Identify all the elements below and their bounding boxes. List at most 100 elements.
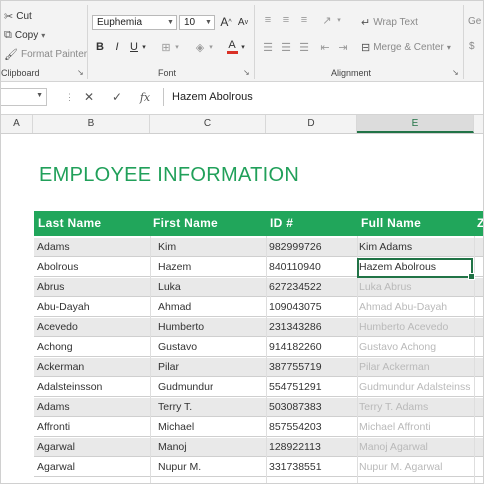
cell-first-name[interactable]: Pilar — [158, 358, 179, 376]
align-right-icon[interactable]: ☰ — [296, 39, 312, 55]
cell-full-name[interactable]: Kim Adams — [359, 238, 412, 256]
decrease-indent-icon[interactable]: ⇤ — [317, 39, 333, 55]
font-launcher-icon[interactable]: ↘ — [243, 68, 250, 77]
font-color-button[interactable]: A — [224, 39, 240, 55]
insert-function-button[interactable]: fx — [135, 88, 155, 106]
cell-first-name[interactable]: Nupur M. — [158, 458, 201, 476]
cell-first-name[interactable]: Luka — [158, 278, 181, 296]
copy-button[interactable]: ⧉ Copy ▾ — [4, 29, 45, 42]
cell-id[interactable]: 109043075 — [269, 298, 322, 316]
cell-first-name[interactable]: Hazem — [158, 258, 191, 276]
copy-dropdown-icon[interactable]: ▾ — [41, 31, 45, 40]
cell-last-name[interactable]: Adalsteinsson — [37, 378, 102, 396]
cell-last-name[interactable]: Agarwal — [37, 458, 75, 476]
header-last-name[interactable]: Last Name — [38, 211, 101, 236]
cell-last-name[interactable]: Acevedo — [37, 318, 78, 336]
cell-first-name[interactable]: Ahmad — [158, 298, 191, 316]
cell-id[interactable]: 914182260 — [269, 338, 322, 356]
cell-id[interactable]: 982999726 — [269, 238, 322, 256]
cell-full-name[interactable]: Hazem Abolrous — [359, 258, 436, 276]
column-header-a[interactable]: A — [1, 115, 33, 133]
cell-full-name[interactable]: Luka Abrus — [359, 278, 412, 296]
font-size-select[interactable]: 10 ▼ — [179, 15, 215, 30]
borders-dropdown-icon[interactable]: ▾ — [173, 39, 181, 55]
cell-first-name[interactable]: Kim — [158, 238, 176, 256]
cancel-button[interactable]: ✕ — [79, 88, 99, 106]
cell-id[interactable]: 331738551 — [269, 458, 322, 476]
cell-first-name[interactable]: Gudmundur — [158, 378, 213, 396]
cell-id[interactable]: 840110940 — [269, 258, 321, 276]
cell-first-name[interactable]: Michael — [158, 418, 194, 436]
orientation-icon[interactable]: ↗ — [319, 12, 335, 28]
cell-first-name[interactable]: Humberto — [158, 318, 204, 336]
fill-color-dropdown-icon[interactable]: ▾ — [207, 39, 215, 55]
italic-button[interactable]: I — [109, 39, 125, 55]
align-center-icon[interactable]: ☰ — [278, 39, 294, 55]
fill-color-icon[interactable]: ◈ — [192, 39, 208, 55]
number-format-partial[interactable]: Ge — [468, 16, 481, 27]
orientation-dropdown-icon[interactable]: ▾ — [335, 12, 343, 28]
cell-last-name[interactable]: Ackerman — [37, 358, 84, 376]
column-header-b[interactable]: B — [33, 115, 150, 133]
cell-last-name[interactable]: Abolrous — [37, 258, 78, 276]
clipboard-launcher-icon[interactable]: ↘ — [77, 68, 84, 77]
formula-bar-grip[interactable]: ⋮ — [65, 92, 74, 103]
currency-icon[interactable]: $ — [469, 41, 475, 52]
header-extra[interactable]: Z — [477, 211, 483, 236]
cell-full-name[interactable]: Terry T. Adams — [359, 398, 428, 416]
cell-id[interactable]: 128922113 — [269, 438, 321, 456]
font-name-select[interactable]: Euphemia ▼ — [92, 15, 177, 30]
cell-id[interactable]: 627234522 — [269, 278, 322, 296]
header-first-name[interactable]: First Name — [153, 211, 218, 236]
decrease-font-size-button[interactable]: Av — [235, 14, 251, 30]
cell-full-name[interactable]: Humberto Acevedo — [359, 318, 448, 336]
cell-last-name[interactable]: Adams — [37, 398, 70, 416]
cell-last-name[interactable]: Abu-Dayah — [37, 298, 90, 316]
cell-full-name[interactable]: Pilar Ackerman — [359, 358, 430, 376]
cell-full-name[interactable]: Manoj Agarwal — [359, 438, 428, 456]
merge-dropdown-icon[interactable]: ▾ — [447, 43, 451, 52]
align-left-icon[interactable]: ☰ — [260, 39, 276, 55]
enter-button[interactable]: ✓ — [107, 88, 127, 106]
alignment-launcher-icon[interactable]: ↘ — [452, 68, 459, 77]
cell-full-name[interactable]: Gustavo Achong — [359, 338, 436, 356]
borders-icon[interactable]: ⊞ — [158, 39, 174, 55]
underline-dropdown-icon[interactable]: ▾ — [140, 39, 148, 55]
formula-input[interactable]: Hazem Abolrous — [163, 88, 483, 106]
cell-last-name[interactable]: Achong — [37, 338, 73, 356]
cell-id[interactable]: 231343286 — [269, 318, 322, 336]
header-id[interactable]: ID # — [270, 211, 293, 236]
cell-first-name[interactable]: Terry T. — [158, 398, 192, 416]
cell-first-name[interactable]: Gustavo — [158, 338, 197, 356]
cell-full-name[interactable]: Ahmad Abu-Dayah — [359, 298, 447, 316]
cell-last-name[interactable]: Affronti — [37, 418, 70, 436]
name-box[interactable]: ▼ — [1, 88, 47, 106]
column-header-f[interactable] — [474, 115, 483, 133]
header-full-name[interactable]: Full Name — [361, 211, 421, 236]
font-color-dropdown-icon[interactable]: ▾ — [239, 39, 247, 55]
column-header-d[interactable]: D — [266, 115, 357, 133]
cell-first-name[interactable]: Manoj — [158, 438, 187, 456]
cell-last-name[interactable]: Agarwal — [37, 438, 75, 456]
cell-last-name[interactable]: Adams — [37, 238, 70, 256]
increase-font-size-button[interactable]: A ^ — [218, 14, 234, 30]
sheet-title[interactable]: EMPLOYEE INFORMATION — [39, 164, 299, 187]
align-middle-icon[interactable]: ≡ — [278, 12, 294, 28]
cell-full-name[interactable]: Michael Affronti — [359, 418, 431, 436]
cell-full-name[interactable]: Nupur M. Agarwal — [359, 458, 442, 476]
align-bottom-icon[interactable]: ≡ — [296, 12, 312, 28]
cell-id[interactable]: 387755719 — [269, 358, 322, 376]
increase-indent-icon[interactable]: ⇥ — [335, 39, 351, 55]
format-painter-button[interactable]: 🖌 Format Painter — [4, 48, 87, 61]
column-header-e[interactable]: E — [357, 115, 474, 133]
merge-center-button[interactable]: ⊟ Merge & Center ▾ — [361, 41, 451, 54]
bold-button[interactable]: B — [92, 39, 108, 55]
cell-full-name[interactable]: Gudmundur Adalsteinss — [359, 378, 470, 396]
cell-last-name[interactable]: Abrus — [37, 278, 64, 296]
cut-button[interactable]: ✂ Cut — [4, 10, 32, 23]
align-top-icon[interactable]: ≡ — [260, 12, 276, 28]
column-header-c[interactable]: C — [150, 115, 266, 133]
cell-id[interactable]: 554751291 — [269, 378, 322, 396]
name-box-dropdown-icon[interactable]: ▼ — [36, 92, 43, 99]
cell-id[interactable]: 503087383 — [269, 398, 322, 416]
